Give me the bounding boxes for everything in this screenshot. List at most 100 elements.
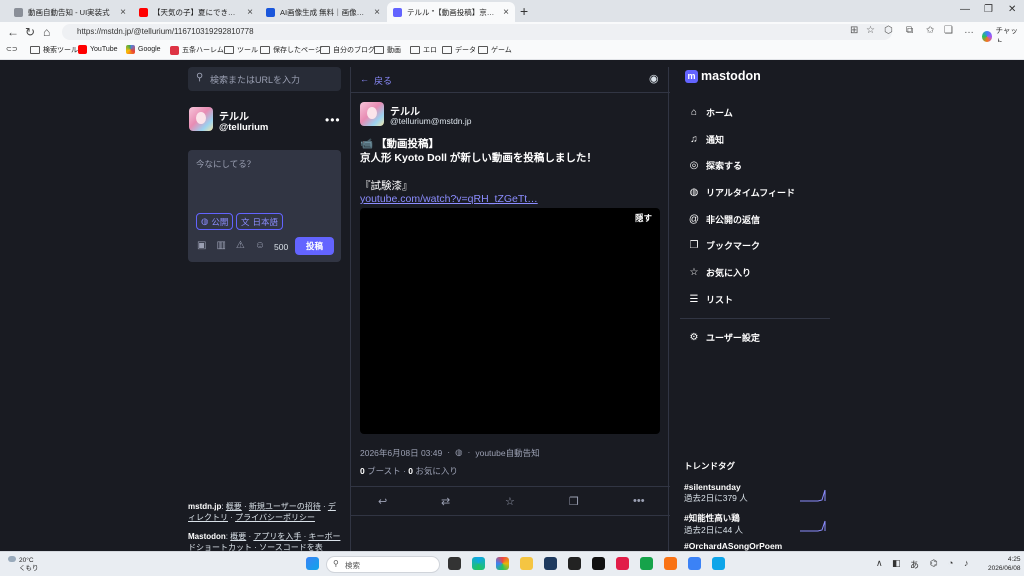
footer-link[interactable]: 新規ユーザーの招待 [249, 502, 321, 511]
terminal-icon[interactable] [592, 557, 605, 570]
system-clock[interactable]: 4:25 2026/06/08 [988, 555, 1021, 573]
nav-item-notifications[interactable]: ♫ 通知 [688, 133, 724, 146]
account-name[interactable]: テルル [219, 108, 249, 123]
volume-icon[interactable]: ♪ [964, 558, 969, 568]
trend-item[interactable]: #OrchardASongOrPoem [684, 541, 826, 551]
more-icon[interactable]: … [964, 25, 974, 36]
tab-2[interactable]: 【天気の子】夏にできることはまだあるか × [133, 2, 259, 22]
mastodon-logo[interactable]: m mastodon [685, 69, 761, 83]
emoji-icon[interactable]: ☺ [255, 240, 265, 251]
favourite-icon[interactable]: ☆ [505, 495, 515, 508]
hide-media-button[interactable]: 隠す [629, 211, 657, 225]
nav-item-live-feed[interactable]: ◍ リアルタイムフィード [688, 186, 795, 199]
favorite-icon[interactable]: ☆ [866, 25, 875, 36]
visibility-button[interactable]: ◍ 公開 [196, 213, 234, 230]
status-timestamp[interactable]: 2026年6月08日 03:49 [360, 447, 442, 459]
nav-item-bookmarks[interactable]: ❐ ブックマーク [688, 239, 761, 252]
more-icon[interactable]: ••• [633, 495, 645, 507]
wifi-icon[interactable]: ◔ [948, 558, 953, 568]
back-icon[interactable]: ← [7, 25, 19, 39]
video-embed[interactable]: 隠す [360, 208, 660, 434]
bookmark-folder[interactable]: 検索ツール [30, 45, 78, 55]
bookmark-folder[interactable]: データ [442, 45, 476, 55]
bookmark-icon[interactable]: ❒ [569, 495, 579, 508]
footer-link[interactable]: プライバシーポリシー [235, 513, 315, 522]
eye-icon[interactable]: ◉ [649, 72, 659, 85]
author-avatar[interactable] [360, 102, 384, 126]
avatar[interactable] [189, 107, 213, 131]
app-available-icon[interactable]: ⊞ [850, 25, 858, 36]
weather-widget[interactable]: 20°C くもり [8, 556, 39, 573]
url-input[interactable]: https://mstdn.jp/@tellurium/116710319292… [62, 24, 892, 40]
extensions-icon[interactable]: ⬡ [884, 25, 893, 36]
back-button[interactable]: ← 戻る [360, 74, 392, 87]
tab-3[interactable]: AI画像生成 無料｜画像変換ができる × [260, 2, 386, 22]
ime-indicator[interactable]: あ [910, 558, 919, 571]
tab-close-icon[interactable]: × [503, 7, 509, 18]
chrome-icon[interactable] [496, 557, 509, 570]
tab-1[interactable]: 動画自動告知 - UI実装式 × [8, 2, 132, 22]
taskbar-search[interactable]: ⚲ 検索 [326, 556, 440, 573]
bookmark-folder[interactable]: 動画 [374, 45, 401, 55]
network-icon[interactable]: ⌬ [930, 558, 938, 569]
account-menu-icon[interactable]: ••• [325, 113, 341, 127]
split-screen-icon[interactable]: ⧉ [906, 25, 913, 36]
tab-close-icon[interactable]: × [120, 7, 126, 18]
favorites-bar-icon[interactable]: ✩ [926, 25, 934, 36]
close-icon[interactable]: ✕ [1008, 4, 1016, 15]
minimize-icon[interactable]: — [960, 4, 970, 15]
app-icon[interactable] [712, 557, 725, 570]
bookmark-link[interactable]: YouTube [78, 45, 118, 54]
account-handle[interactable]: @tellurium [219, 122, 268, 133]
app-icon[interactable] [568, 557, 581, 570]
tray-app-icon[interactable]: ◧ [892, 558, 901, 569]
author-handle[interactable]: @tellurium@mstdn.jp [390, 116, 472, 126]
bookmark-folder[interactable]: 保存したページ [260, 45, 322, 55]
start-icon[interactable] [306, 557, 319, 570]
sidebar-toggle-icon[interactable]: ⊂⊃ [6, 45, 18, 53]
task-view-icon[interactable] [448, 557, 461, 570]
edge-icon[interactable] [472, 557, 485, 570]
nav-item-settings[interactable]: ⚙ ユーザー設定 [688, 331, 760, 344]
trend-item[interactable]: #silentsunday 過去2日に379 人 [684, 482, 826, 504]
bookmark-folder[interactable]: 自分のブログ [320, 45, 375, 55]
bookmark-folder[interactable]: ゲーム [478, 45, 512, 55]
bookmark-folder[interactable]: エロ [410, 45, 437, 55]
attach-media-icon[interactable]: ▣ [197, 240, 206, 251]
boost-label[interactable]: ブースト [367, 466, 401, 476]
trend-item[interactable]: #知能性高い鶏 過去2日に44 人 [684, 512, 826, 536]
file-explorer-icon[interactable] [520, 557, 533, 570]
post-button[interactable]: 投稿 [295, 237, 334, 255]
nav-item-explore[interactable]: ◎ 探索する [688, 159, 742, 172]
tray-chevron-icon[interactable]: ∧ [876, 558, 883, 569]
store-icon[interactable] [544, 557, 557, 570]
footer-link[interactable]: 概要 [226, 502, 242, 511]
reply-icon[interactable]: ↩ [378, 495, 387, 508]
search-input[interactable]: ⚲ 検索またはURLを入力 [188, 67, 341, 91]
nav-item-private-mentions[interactable]: @ 非公開の返信 [688, 213, 760, 226]
poll-icon[interactable]: ▥ [216, 240, 225, 251]
tab-active[interactable]: テルル "【動画投稿】京人形 Kyo × [387, 2, 515, 22]
language-button[interactable]: 文日本語 [236, 213, 284, 230]
refresh-icon[interactable]: ↻ [25, 25, 35, 39]
boost-icon[interactable]: ⇄ [441, 495, 450, 508]
bookmark-link[interactable]: Google [126, 45, 161, 54]
footer-link[interactable]: 概要 [230, 532, 246, 541]
tab-close-icon[interactable]: × [247, 7, 253, 18]
collections-icon[interactable]: ❏ [944, 25, 953, 36]
status-link[interactable]: youtube.com/watch?v=qRH_tZGeTt… [360, 193, 660, 205]
content-warning-icon[interactable]: ⚠ [236, 240, 245, 251]
app-icon[interactable] [616, 557, 629, 570]
new-tab-icon[interactable]: + [520, 3, 528, 19]
bookmark-link[interactable]: 五条ハーレム [170, 45, 224, 55]
tab-close-icon[interactable]: × [374, 7, 380, 18]
bookmark-folder[interactable]: ツール [224, 45, 258, 55]
fav-label[interactable]: お気に入り [415, 466, 458, 476]
app-icon[interactable] [688, 557, 701, 570]
compose-textarea[interactable]: 今なにしてる？ [196, 158, 255, 170]
nav-item-lists[interactable]: ☰ リスト [688, 293, 734, 306]
app-icon[interactable] [640, 557, 653, 570]
app-icon[interactable] [664, 557, 677, 570]
footer-link[interactable]: アプリを入手 [253, 532, 301, 541]
nav-item-home[interactable]: ⌂ ホーム [688, 106, 733, 119]
